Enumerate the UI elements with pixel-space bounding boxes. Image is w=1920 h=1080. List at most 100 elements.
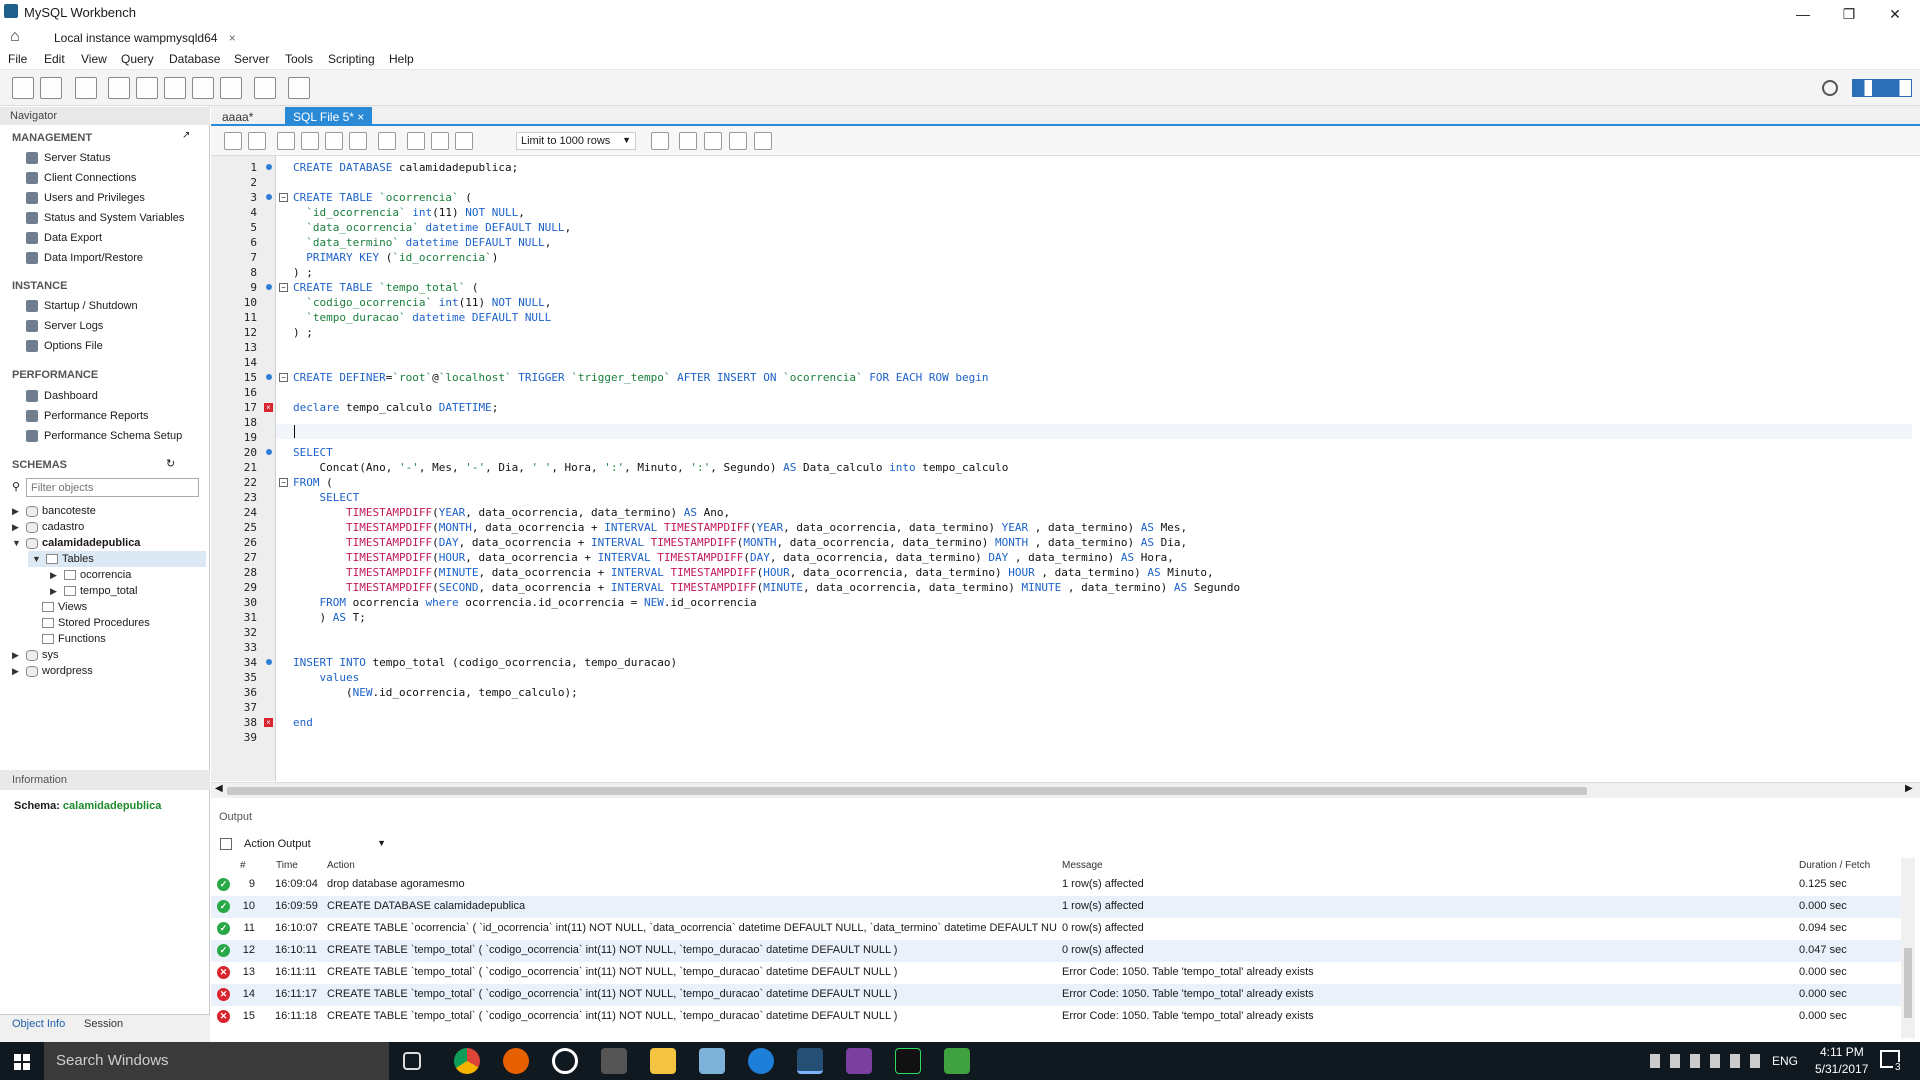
stored-procedures-folder[interactable]: Stored Procedures [42, 615, 150, 631]
output-type-select[interactable]: Action Output ▼ [240, 836, 390, 854]
table-ocorrencia[interactable]: ▶ ocorrencia [50, 567, 131, 583]
code-line[interactable]: `tempo_duracao` datetime DEFAULT NULL [293, 310, 551, 325]
schema-bancoteste[interactable]: ▶ bancoteste [12, 503, 96, 519]
output-row[interactable]: ✓ 12 16:10:11 CREATE TABLE `tempo_total` ( … [211, 940, 1901, 962]
code-line[interactable]: `id_ocorrencia` int(11) NOT NULL, [293, 205, 525, 220]
task-view-icon[interactable] [403, 1052, 421, 1070]
create-view-icon[interactable] [164, 77, 186, 99]
nav-status-variables[interactable]: Status and System Variables [26, 210, 184, 226]
code-line[interactable]: `data_ocorrencia` datetime DEFAULT NULL, [293, 220, 571, 235]
connection-tab[interactable]: Local instance wampmysqld64 × [32, 26, 246, 48]
code-line[interactable]: ) ; [293, 325, 313, 340]
language-indicator[interactable]: ENG [1772, 1054, 1798, 1068]
functions-folder[interactable]: Functions [42, 631, 106, 647]
output-row[interactable]: ✓ 11 16:10:07 CREATE TABLE `ocorrencia` ( `… [211, 918, 1901, 940]
save-icon[interactable] [248, 132, 266, 150]
tab-session[interactable]: Session [84, 1018, 123, 1030]
inspector-icon[interactable] [75, 77, 97, 99]
create-procedure-icon[interactable] [192, 77, 214, 99]
expand-arrow-icon[interactable]: ▶ [12, 506, 22, 517]
expand-arrow-icon[interactable]: ▶ [50, 586, 60, 597]
create-function-icon[interactable] [220, 77, 242, 99]
menu-database[interactable]: Database [169, 52, 220, 66]
app-circle-icon[interactable] [552, 1048, 578, 1074]
code-line[interactable]: SELECT [293, 445, 333, 460]
code-line[interactable]: CREATE TABLE `ocorrencia` ( [293, 190, 472, 205]
code-line[interactable]: (NEW.id_ocorrencia, tempo_calculo); [293, 685, 578, 700]
nav-users-privileges[interactable]: Users and Privileges [26, 190, 145, 206]
layout-toggle-icon[interactable] [1852, 79, 1912, 97]
scroll-thumb[interactable] [1904, 948, 1912, 1018]
collapse-arrow-icon[interactable]: ▼ [32, 554, 42, 564]
invisible-chars-icon[interactable] [729, 132, 747, 150]
fold-toggle-icon[interactable]: − [279, 193, 288, 202]
reconnect-icon[interactable] [288, 77, 310, 99]
windows-start-icon[interactable] [14, 1054, 30, 1070]
scroll-left-icon[interactable]: ◀ [215, 783, 223, 794]
search-table-data-icon[interactable] [254, 77, 276, 99]
code-line[interactable]: ) ; [293, 265, 313, 280]
code-line[interactable]: `codigo_ocorrencia` int(11) NOT NULL, [293, 295, 551, 310]
code-line[interactable]: TIMESTAMPDIFF(SECOND, data_ocorrencia + … [293, 580, 1240, 595]
schema-calamidadepublica[interactable]: ▼ calamidadepublica [12, 535, 140, 551]
rollback-icon[interactable] [431, 132, 449, 150]
new-sql-tab-icon[interactable] [12, 77, 34, 99]
refresh-schemas-icon[interactable]: ↻ [166, 457, 175, 470]
explain-icon[interactable] [325, 132, 343, 150]
file-explorer-icon[interactable] [650, 1048, 676, 1074]
open-sql-script-icon[interactable] [40, 77, 62, 99]
nav-options-file[interactable]: Options File [26, 338, 103, 354]
scroll-right-icon[interactable]: ▶ [1905, 783, 1913, 794]
code-line[interactable]: CREATE DEFINER=`root`@`localhost` TRIGGE… [293, 370, 989, 385]
scroll-thumb[interactable] [227, 787, 1587, 795]
fold-toggle-icon[interactable]: − [279, 373, 288, 382]
nav-server-logs[interactable]: Server Logs [26, 318, 103, 334]
tab-object-info[interactable]: Object Info [12, 1018, 65, 1030]
expand-arrow-icon[interactable]: ▶ [12, 666, 22, 677]
menu-server[interactable]: Server [234, 52, 269, 66]
toggle-continue-icon[interactable] [378, 132, 396, 150]
home-icon[interactable]: ⌂ [10, 28, 20, 46]
calculator-icon[interactable] [601, 1048, 627, 1074]
expand-arrow-icon[interactable]: ▶ [12, 522, 22, 533]
menu-scripting[interactable]: Scripting [328, 52, 375, 66]
code-line[interactable]: INSERT INTO tempo_total (codigo_ocorrenc… [293, 655, 677, 670]
menu-file[interactable]: File [8, 52, 27, 66]
code-line[interactable]: CREATE DATABASE calamidadepublica; [293, 160, 518, 175]
views-folder[interactable]: Views [42, 599, 87, 615]
mysql-workbench-icon[interactable] [797, 1048, 823, 1074]
chrome-icon[interactable] [454, 1048, 480, 1074]
clock-time[interactable]: 4:11 PM [1820, 1045, 1864, 1059]
menu-view[interactable]: View [81, 52, 107, 66]
schema-cadastro[interactable]: ▶ cadastro [12, 519, 84, 535]
beautify-icon[interactable] [679, 132, 697, 150]
system-tray-icons[interactable] [1650, 1054, 1770, 1068]
code-line[interactable]: Concat(Ano, '-', Mes, '-', Dia, ' ', Hor… [293, 460, 1008, 475]
add-snippet-icon[interactable] [651, 132, 669, 150]
execute-current-icon[interactable] [301, 132, 319, 150]
nav-performance-reports[interactable]: Performance Reports [26, 408, 149, 424]
menu-help[interactable]: Help [389, 52, 414, 66]
autocommit-icon[interactable] [455, 132, 473, 150]
code-line[interactable]: TIMESTAMPDIFF(MONTH, data_ocorrencia + I… [293, 520, 1187, 535]
nav-data-import[interactable]: Data Import/Restore [26, 250, 143, 266]
limit-rows-select[interactable]: Limit to 1000 rows ▼ [516, 132, 636, 150]
menu-edit[interactable]: Edit [44, 52, 65, 66]
nav-dashboard[interactable]: Dashboard [26, 388, 98, 404]
copy-icon[interactable] [220, 838, 232, 850]
terminal-icon[interactable] [895, 1048, 921, 1074]
code-line[interactable]: ) AS T; [293, 610, 365, 625]
code-line[interactable]: SELECT [293, 490, 360, 505]
code-line[interactable]: declare tempo_calculo DATETIME; [293, 400, 498, 415]
code-line[interactable]: FROM ( [293, 475, 333, 490]
output-row[interactable]: ✓ 10 16:09:59 CREATE DATABASE calamidadepub… [211, 896, 1901, 918]
code-line[interactable]: PRIMARY KEY (`id_ocorrencia`) [293, 250, 498, 265]
clock-date[interactable]: 5/31/2017 [1815, 1062, 1868, 1076]
code-line[interactable]: TIMESTAMPDIFF(YEAR, data_ocorrencia, dat… [293, 505, 730, 520]
output-row[interactable]: ✓ 9 16:09:04 drop database agoramesmo 1 row(… [211, 874, 1901, 896]
table-tempo-total[interactable]: ▶ tempo_total [50, 583, 137, 599]
create-table-icon[interactable] [136, 77, 158, 99]
stop-icon[interactable] [349, 132, 367, 150]
nav-performance-schema-setup[interactable]: Performance Schema Setup [26, 428, 182, 444]
edge-icon[interactable] [748, 1048, 774, 1074]
